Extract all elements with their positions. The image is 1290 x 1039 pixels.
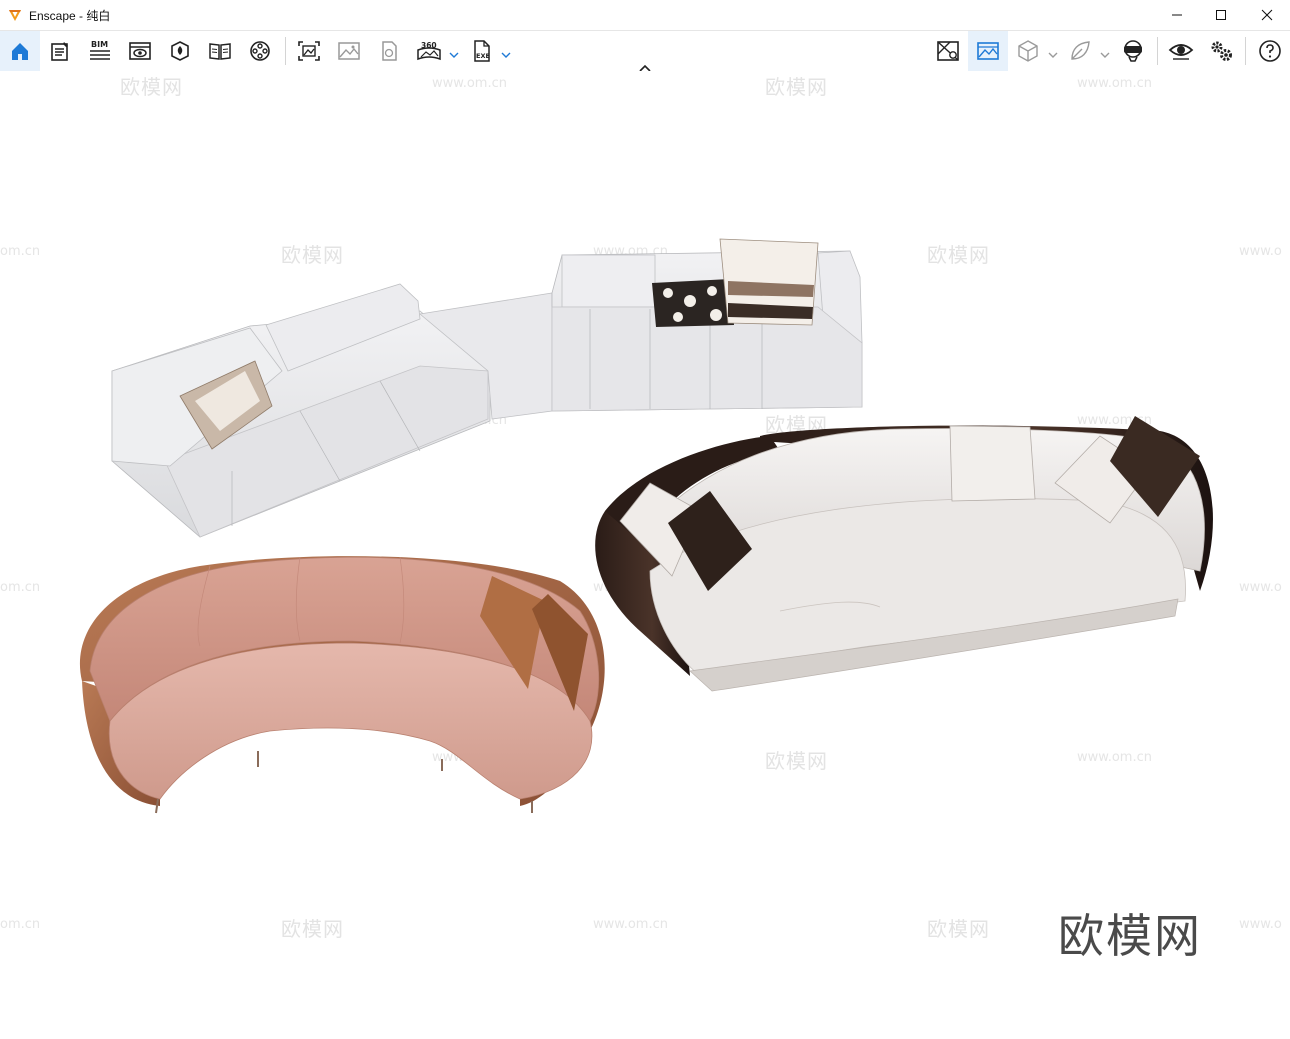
white-curved-sofa-dark-frame: [595, 416, 1213, 692]
exe-export-icon: EXE: [474, 40, 490, 62]
visual-settings-button[interactable]: [1161, 31, 1201, 71]
eye-visual-settings-icon: [1168, 44, 1194, 60]
home-button[interactable]: [0, 31, 40, 71]
render-viewport[interactable]: 欧模网 www.om.cn 欧模网 www.om.cn om.cn 欧模网 ww…: [0, 71, 1290, 1039]
maximize-icon: [1216, 10, 1226, 20]
svg-text:BIM: BIM: [91, 40, 108, 49]
settings-button[interactable]: [1201, 31, 1241, 71]
toolbar-separator: [1157, 37, 1158, 65]
pink-velvet-curved-sofa: [79, 556, 605, 814]
vr-headset-button[interactable]: [1113, 31, 1153, 71]
orthographic-button[interactable]: [1012, 31, 1044, 71]
exe-export-button[interactable]: EXE: [466, 31, 498, 71]
panorama-dropdown[interactable]: [449, 45, 459, 64]
title-bar: Enscape - 纯白: [0, 0, 1290, 31]
batch-render-icon: [338, 42, 360, 60]
minimize-button[interactable]: [1154, 0, 1200, 30]
batch-render-button[interactable]: [329, 31, 369, 71]
orthographic-dropdown[interactable]: [1048, 45, 1058, 64]
exe-dropdown[interactable]: [501, 45, 511, 64]
video-editor-button[interactable]: [240, 31, 280, 71]
material-dropdown[interactable]: [1100, 45, 1110, 64]
web-standalone-button[interactable]: [369, 31, 409, 71]
views-button[interactable]: [120, 31, 160, 71]
toolbar-separator: [285, 37, 286, 65]
chevron-down-icon: [501, 52, 511, 58]
orthographic-cube-icon: [1018, 40, 1038, 62]
video-editor-icon: [250, 41, 270, 61]
bim-icon: BIM: [90, 40, 110, 60]
close-icon: [1261, 9, 1273, 21]
window-title: Enscape - 纯白: [29, 9, 111, 23]
panorama-360-icon: 360: [417, 41, 441, 61]
material-leaf-button[interactable]: [1064, 31, 1096, 71]
minimize-icon: [1172, 14, 1182, 16]
sync-views-button[interactable]: [928, 31, 968, 71]
material-editor-button[interactable]: [200, 31, 240, 71]
home-icon: [12, 43, 28, 60]
capture-view-icon: [977, 42, 999, 60]
chevron-down-icon: [1100, 52, 1110, 58]
svg-text:EXE: EXE: [476, 52, 490, 60]
chevron-down-icon: [449, 52, 459, 58]
asset-library-icon: [171, 41, 189, 61]
brand-watermark-logo: 欧模网: [1058, 909, 1202, 963]
enscape-logo-icon: [7, 7, 23, 23]
close-button[interactable]: [1244, 0, 1290, 30]
views-icon: [129, 42, 151, 60]
sync-views-icon: [937, 41, 959, 61]
bim-button[interactable]: BIM: [80, 31, 120, 71]
web-standalone-icon: [382, 41, 397, 61]
scene-render: [79, 238, 1213, 814]
settings-gears-icon: [1211, 41, 1232, 61]
toolbar-separator: [1245, 37, 1246, 65]
asset-library-button[interactable]: [160, 31, 200, 71]
notes-icon: [51, 42, 68, 61]
screenshot-icon: [298, 41, 320, 61]
material-leaf-icon: [1071, 41, 1090, 60]
help-button[interactable]: [1250, 31, 1290, 71]
panorama-360-button[interactable]: 360: [413, 31, 445, 71]
screenshot-button[interactable]: [289, 31, 329, 71]
chevron-down-icon: [1048, 52, 1058, 58]
maximize-button[interactable]: [1198, 0, 1244, 30]
vr-headset-icon: [1124, 40, 1142, 62]
toolbar: BIM 360 EXE: [0, 31, 1290, 72]
help-icon: [1259, 40, 1281, 62]
capture-view-button[interactable]: [968, 31, 1008, 71]
material-editor-icon: [209, 43, 231, 60]
notes-button[interactable]: [40, 31, 80, 71]
